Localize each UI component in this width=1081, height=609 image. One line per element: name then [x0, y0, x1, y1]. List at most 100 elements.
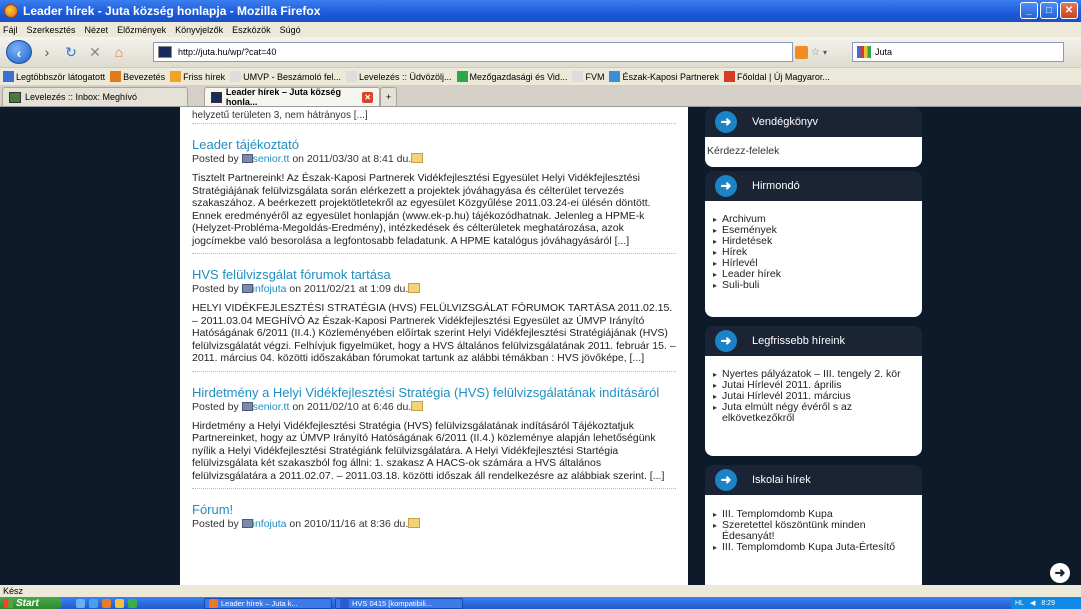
search-box[interactable]: Juta	[852, 42, 1064, 62]
edit-icon[interactable]	[408, 518, 421, 528]
bookmark-icon	[346, 71, 357, 82]
media-icon[interactable]	[115, 598, 124, 608]
clock: 8:29	[1041, 599, 1055, 607]
forward-icon[interactable]: ›	[38, 43, 56, 61]
sidebar-link[interactable]: Szeretettel köszöntünk minden Édesanyát!	[713, 520, 914, 542]
bookmark-label: Friss hírek	[183, 71, 226, 82]
post-author[interactable]: senior.tt	[253, 153, 290, 165]
widget-title: Vendégkönyv	[752, 116, 819, 128]
post-excerpt: Tisztelt Partnereink! Az Észak-Kaposi Pa…	[192, 172, 651, 247]
bookmark-item[interactable]: Főoldal | Új Magyaror...	[724, 71, 830, 82]
bookmark-item[interactable]: Mezőgazdasági és Vid...	[456, 71, 568, 82]
bookmark-item[interactable]: Észak-Kaposi Partnerek	[609, 71, 719, 82]
scroll-to-top-button[interactable]: ➜	[1050, 563, 1070, 583]
posted-by-label: Posted by	[192, 518, 239, 530]
bookmark-item[interactable]: Friss hírek	[170, 71, 225, 82]
menu-tools[interactable]: Eszközök	[232, 25, 271, 35]
widget-hirmondo: ArchivumEseményekHirdetésekHírekHírlevél…	[705, 201, 922, 317]
minimize-button[interactable]: _	[1020, 2, 1038, 19]
quick-launch	[76, 598, 204, 608]
tab-favicon	[211, 91, 222, 103]
status-text: Kész	[3, 586, 24, 596]
bookmark-label: Észak-Kaposi Partnerek	[622, 71, 719, 82]
bookmark-item[interactable]: Legtöbbször látogatott	[3, 71, 105, 82]
post-meta: Posted by infojuta on 2011/02/21 at 1:09…	[192, 283, 676, 295]
back-button[interactable]: ‹	[6, 40, 32, 64]
taskbar-item-word[interactable]: HVS 0415 [kompatibili...	[335, 597, 463, 609]
arrow-icon: ➜	[715, 111, 737, 133]
sidebar-link[interactable]: III. Templomdomb Kupa Juta-Értesítő	[713, 542, 914, 554]
post-title[interactable]: HVS felülvizsgálat fórumok tartása	[192, 267, 676, 282]
bookmark-item[interactable]: Levelezés :: Üdvözölj...	[346, 71, 452, 82]
maximize-button[interactable]: □	[1040, 2, 1058, 19]
window-titlebar[interactable]: Leader hírek - Juta község honlapja - Mo…	[0, 0, 1081, 22]
widget-header-latest: ➜ Legfrissebb híreink	[705, 326, 922, 356]
sidebar-link[interactable]: Juta elmúlt négy évéről s az elkövetkező…	[713, 402, 914, 424]
bookmark-label: Levelezés :: Üdvözölj...	[359, 71, 452, 82]
bookmark-label: Mezőgazdasági és Vid...	[469, 71, 568, 82]
bookmarks-toolbar: Legtöbbször látogatott Bevezetés Friss hír…	[0, 67, 1081, 85]
dropdown-icon[interactable]: ▾	[823, 48, 827, 57]
bookmark-item[interactable]: FVM	[572, 71, 604, 82]
tab-close-icon[interactable]: ✕	[362, 91, 373, 103]
star-icon[interactable]: ☆	[811, 47, 820, 58]
guestbook-link[interactable]: Kérdezz-felelek	[707, 145, 779, 157]
close-button[interactable]: ✕	[1060, 2, 1078, 19]
new-tab-button[interactable]: +	[380, 87, 398, 106]
ie-icon[interactable]	[89, 598, 98, 608]
windows-flag-icon	[4, 598, 13, 608]
sidebar-link[interactable]: Suli-buli	[713, 280, 914, 292]
post-title[interactable]: Fórum!	[192, 502, 676, 517]
post-date: on 2011/02/10 at 6:46 du.	[292, 400, 412, 413]
start-button[interactable]: Start	[0, 597, 62, 609]
edit-icon[interactable]	[411, 153, 424, 163]
post-author[interactable]: senior.tt	[253, 401, 290, 413]
language-indicator[interactable]: HL	[1015, 600, 1024, 607]
menu-help[interactable]: Súgó	[280, 25, 301, 35]
bookmark-icon	[110, 71, 122, 82]
menu-bookmarks[interactable]: Könyvjelzők	[175, 25, 223, 35]
content-column: helyzetű területen 3, nem hátrányos [...…	[180, 107, 688, 585]
menu-edit[interactable]: Szerkesztés	[27, 25, 76, 35]
bookmark-label: Legtöbbször látogatott	[16, 71, 106, 82]
volume-icon[interactable]: ◀	[1030, 599, 1035, 607]
search-engine-icon[interactable]	[857, 46, 871, 58]
menu-history[interactable]: Előzmények	[117, 25, 166, 35]
reload-icon[interactable]: ↻	[62, 43, 80, 61]
rss-icon[interactable]	[795, 45, 808, 59]
bookmark-label: UMVP - Beszámoló fel...	[243, 71, 341, 82]
edit-icon[interactable]	[411, 400, 424, 411]
desktop-icon[interactable]	[76, 598, 85, 608]
bookmark-icon	[572, 71, 584, 82]
user-icon	[241, 154, 253, 163]
menu-file[interactable]: Fájl	[3, 25, 18, 35]
home-icon[interactable]: ⌂	[110, 43, 128, 61]
windows-taskbar: Start Leader hírek – Juta k... HVS 0415 …	[0, 597, 1081, 609]
post-author[interactable]: infojuta	[253, 518, 287, 530]
post-meta: Posted by infojuta on 2010/11/16 at 8:36…	[192, 518, 676, 530]
post-title[interactable]: Leader tájékoztató	[192, 137, 676, 152]
widget-school: III. Templomdomb KupaSzeretettel köszönt…	[705, 495, 922, 585]
post-title[interactable]: Hirdetmény a Helyi Vidékfejlesztési Stra…	[192, 385, 676, 400]
taskbar-item-firefox[interactable]: Leader hírek – Juta k...	[204, 597, 332, 609]
bookmark-item[interactable]: Bevezetés	[110, 71, 165, 82]
arrow-icon: ➜	[715, 469, 737, 491]
bookmark-item[interactable]: UMVP - Beszámoló fel...	[230, 71, 341, 82]
stop-icon[interactable]: ✕	[86, 43, 104, 61]
user-icon	[241, 284, 253, 293]
widget-title: Iskolai hírek	[752, 474, 811, 486]
arrow-icon: ➜	[715, 175, 737, 197]
tab-favicon	[9, 91, 21, 103]
menu-view[interactable]: Nézet	[85, 25, 109, 35]
post-author[interactable]: infojuta	[253, 283, 287, 295]
edit-icon[interactable]	[408, 283, 421, 293]
bookmark-icon	[170, 71, 182, 82]
page-viewport[interactable]: helyzetű területen 3, nem hátrányos [...…	[0, 107, 1081, 585]
firefox-icon[interactable]	[102, 598, 111, 608]
widget-title: Hirmondó	[752, 180, 800, 192]
address-bar[interactable]: http://juta.hu/wp/?cat=40	[153, 42, 793, 62]
tab-leader-news[interactable]: Leader hírek – Juta község honla... ✕	[204, 87, 380, 107]
tab-mail[interactable]: Levelezés :: Inbox: Meghívó	[2, 87, 188, 106]
app-icon[interactable]	[128, 598, 137, 608]
arrow-icon: ➜	[715, 330, 737, 352]
